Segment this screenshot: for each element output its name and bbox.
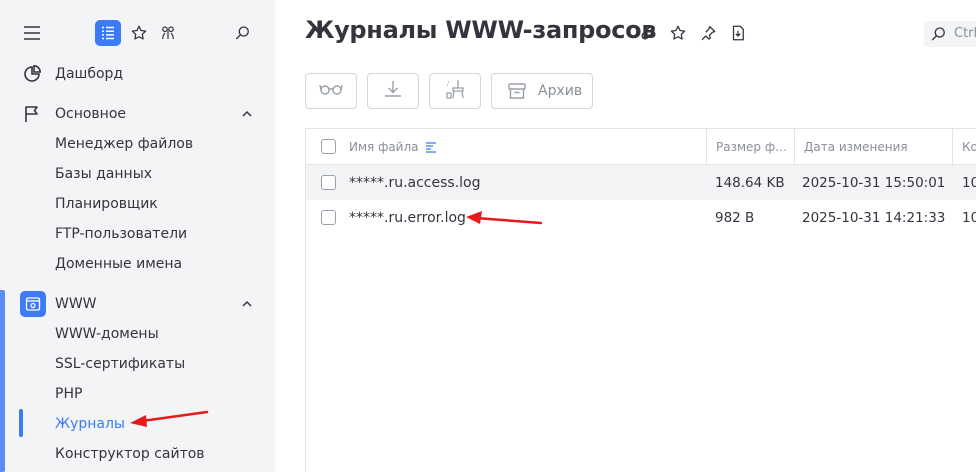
sidebar-item-ftp-users[interactable]: FTP-пользователи [0, 219, 275, 249]
dashboard-icon [22, 64, 42, 84]
star-icon[interactable] [128, 22, 150, 44]
archive-button[interactable]: Архив [491, 73, 593, 109]
page-title: Журналы WWW-запросов [305, 16, 657, 44]
list-icon[interactable] [95, 20, 121, 46]
flag-icon [22, 104, 42, 124]
sidebar-item-domains[interactable]: Доменные имена [0, 249, 275, 279]
table-row[interactable]: *****.ru.error.log 982 B 2025-10-31 14:2… [306, 200, 976, 235]
sidebar-item-label: Доменные имена [55, 256, 183, 272]
cell-name: *****.ru.error.log [349, 209, 466, 226]
table-row[interactable]: *****.ru.access.log 148.64 KB 2025-10-31… [306, 165, 976, 200]
sidebar-item-label: SSL-сертификаты [55, 356, 186, 372]
star-icon[interactable] [667, 22, 689, 44]
sidebar-item-databases[interactable]: Базы данных [0, 159, 275, 189]
sidebar-item-label: WWW [55, 296, 97, 312]
sidebar-item-dashboard[interactable]: Дашборд [0, 59, 275, 89]
cell-size: 148.64 KB [715, 174, 785, 191]
column-header-extra[interactable]: Ко [952, 129, 976, 165]
sidebar-item-label: Планировщик [55, 196, 158, 212]
sidebar-item-label: Основное [55, 106, 127, 122]
link-icon[interactable] [637, 22, 659, 44]
column-label: Имя файла [349, 140, 419, 154]
column-label: Ко [962, 140, 976, 154]
sidebar-item-logs[interactable]: Журналы [0, 409, 275, 439]
search-icon[interactable] [232, 22, 254, 44]
chevron-up-icon[interactable] [240, 297, 254, 311]
search-placeholder: Ctrl [954, 26, 976, 41]
main-content: Журналы WWW-запросов Ctrl Архив Имя файл… [275, 0, 976, 472]
row-checkbox[interactable] [321, 175, 336, 190]
cell-extra: 10 [962, 174, 976, 191]
sidebar: Дашборд Основное Менеджер файлов Базы да… [0, 0, 275, 472]
search-input[interactable]: Ctrl [924, 21, 976, 47]
sidebar-item-label: Конструктор сайтов [55, 446, 205, 462]
clean-button[interactable] [429, 73, 481, 109]
sidebar-top-bar [0, 14, 275, 54]
archive-icon [506, 80, 528, 102]
cell-extra: 10 [962, 209, 976, 226]
cell-date: 2025-10-31 15:50:01 [802, 174, 946, 191]
table-header: Имя файла Размер ф… Дата изменения Ко [306, 129, 976, 165]
search-icon [930, 25, 948, 43]
sort-icon[interactable] [425, 141, 437, 153]
sidebar-item-label: Дашборд [55, 66, 124, 82]
cell-size: 982 B [715, 209, 755, 226]
sidebar-item-www-domains[interactable]: WWW-домены [0, 319, 275, 349]
cell-date: 2025-10-31 14:21:33 [802, 209, 946, 226]
download-doc-icon[interactable] [727, 22, 749, 44]
sidebar-item-label: WWW-домены [55, 326, 159, 342]
logs-table: Имя файла Размер ф… Дата изменения Ко **… [305, 128, 976, 472]
menu-icon[interactable] [22, 23, 42, 43]
download-icon [382, 78, 404, 104]
column-label: Размер ф… [716, 140, 788, 154]
view-icon [319, 81, 343, 101]
cell-name: *****.ru.access.log [349, 174, 481, 191]
sidebar-item-label: PHP [55, 386, 83, 402]
sidebar-item-label: Журналы [55, 416, 125, 432]
sidebar-item-php[interactable]: PHP [0, 379, 275, 409]
sidebar-item-main[interactable]: Основное [0, 99, 275, 129]
favorites-icon[interactable] [157, 22, 179, 44]
sidebar-item-site-builder[interactable]: Конструктор сайтов [0, 439, 275, 469]
view-button[interactable] [305, 73, 357, 109]
chevron-up-icon[interactable] [240, 107, 254, 121]
title-actions [637, 22, 749, 44]
download-button[interactable] [367, 73, 419, 109]
sidebar-item-file-manager[interactable]: Менеджер файлов [0, 129, 275, 159]
sidebar-item-www[interactable]: WWW [0, 289, 275, 319]
pin-icon[interactable] [697, 22, 719, 44]
archive-button-label: Архив [538, 83, 583, 99]
column-label: Дата изменения [804, 140, 908, 154]
clean-icon [444, 78, 466, 104]
select-all-checkbox[interactable] [321, 139, 336, 154]
column-header-date[interactable]: Дата изменения [794, 129, 952, 165]
sidebar-item-label: Менеджер файлов [55, 136, 194, 152]
sidebar-item-ssl[interactable]: SSL-сертификаты [0, 349, 275, 379]
sidebar-item-scheduler[interactable]: Планировщик [0, 189, 275, 219]
sidebar-item-label: Базы данных [55, 166, 153, 182]
column-header-name[interactable]: Имя файла [349, 129, 706, 165]
sidebar-item-label: FTP-пользователи [55, 226, 188, 242]
column-header-size[interactable]: Размер ф… [706, 129, 794, 165]
row-checkbox[interactable] [321, 210, 336, 225]
